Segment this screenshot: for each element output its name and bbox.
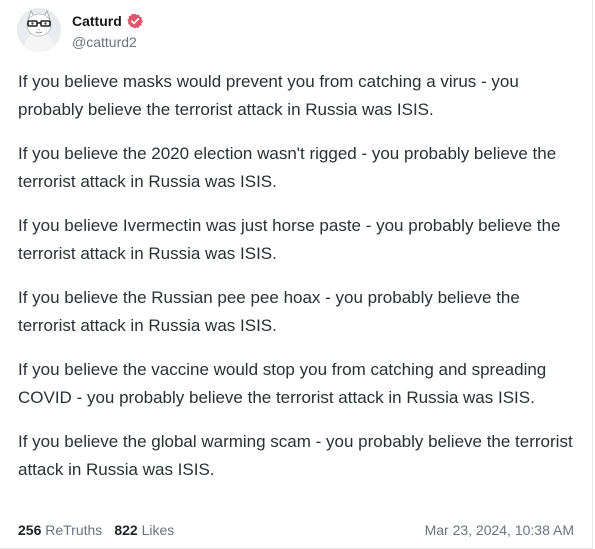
post-paragraph: If you believe the 2020 election wasn't … xyxy=(18,144,557,191)
display-name-row: Catturd xyxy=(72,11,143,31)
display-name[interactable]: Catturd xyxy=(72,13,122,29)
post-body: If you believe masks would prevent you f… xyxy=(18,68,578,500)
retruths-count: 256 xyxy=(18,522,42,538)
author-handle[interactable]: @catturd2 xyxy=(72,34,143,50)
likes-label: Likes xyxy=(141,522,175,538)
post-stats: 256 ReTruths 822 Likes xyxy=(18,522,186,538)
retruths-stat[interactable]: 256 ReTruths xyxy=(18,522,102,538)
post-paragraph: If you believe the Russian pee pee hoax … xyxy=(18,288,520,335)
verified-badge-icon xyxy=(127,13,143,29)
post-paragraph: If you believe masks would prevent you f… xyxy=(18,72,519,119)
cat-avatar-icon xyxy=(17,8,61,52)
post-timestamp[interactable]: Mar 23, 2024, 10:38 AM xyxy=(425,522,574,538)
post-paragraph: If you believe the vaccine would stop yo… xyxy=(18,360,547,407)
post-paragraph: If you believe Ivermectin was just horse… xyxy=(18,216,561,263)
post-paragraph: If you believe the global warming scam -… xyxy=(18,432,573,479)
avatar[interactable] xyxy=(17,8,61,52)
post-footer: 256 ReTruths 822 Likes Mar 23, 2024, 10:… xyxy=(18,522,574,538)
post-header: Catturd @catturd2 xyxy=(17,8,143,52)
likes-count: 822 xyxy=(114,522,138,538)
author-names: Catturd @catturd2 xyxy=(72,11,143,50)
post-card: Catturd @catturd2 If you believe masks w… xyxy=(0,0,593,549)
likes-stat[interactable]: 822 Likes xyxy=(114,522,174,538)
retruths-label: ReTruths xyxy=(45,522,103,538)
